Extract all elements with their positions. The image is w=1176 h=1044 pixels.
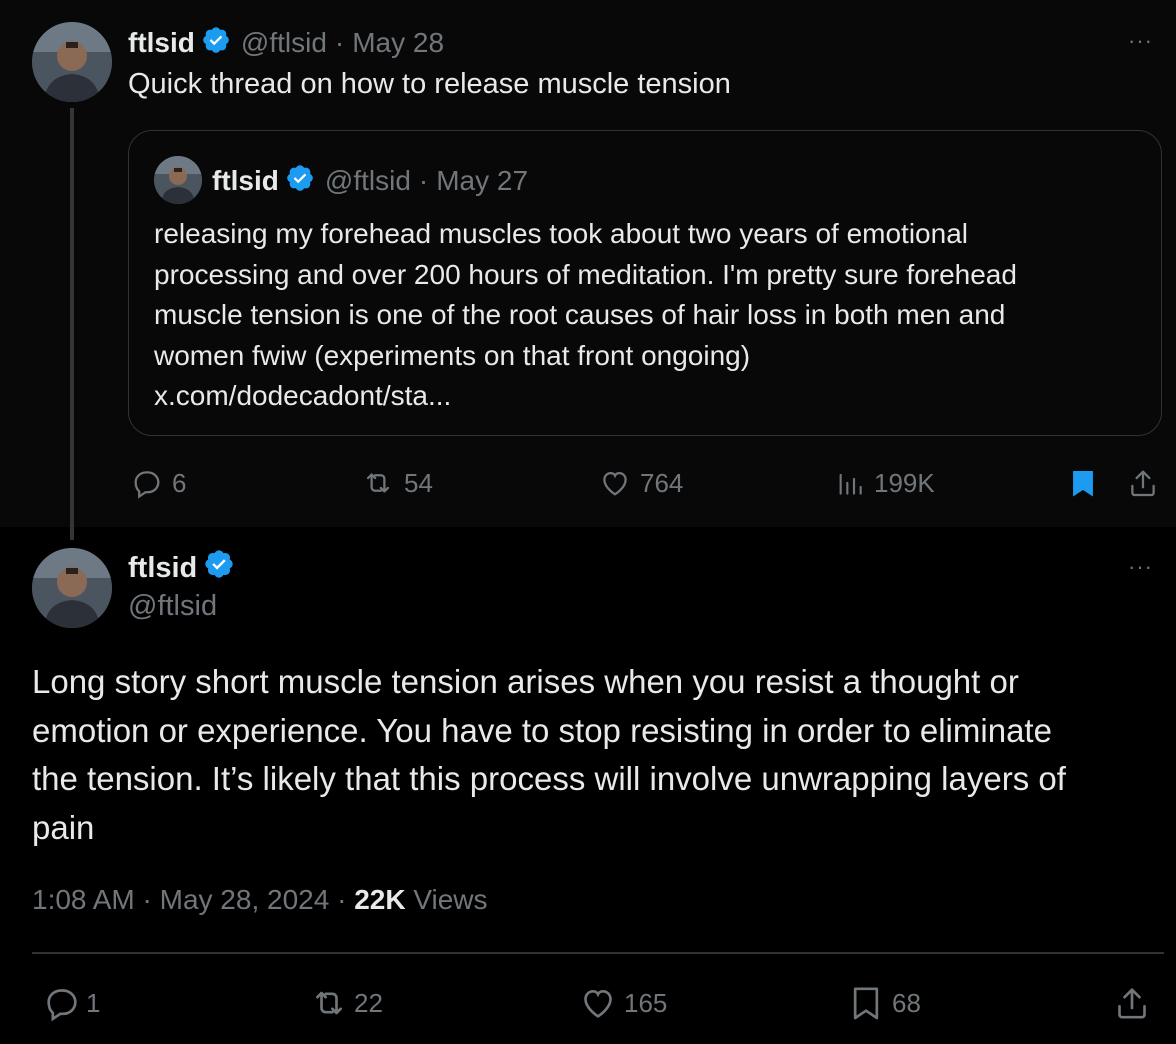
like-button[interactable]: 764 [598,466,683,500]
quoted-text-line: women fwiw (experiments on that front on… [154,339,751,371]
post-text-line: Long story short muscle tension arises w… [32,663,1019,700]
post-date[interactable]: May 28 [352,27,444,59]
more-options-icon[interactable]: ··· [1128,554,1153,580]
avatar[interactable] [32,22,112,102]
post-text: Quick thread on how to release muscle te… [128,68,731,100]
divider [32,952,1164,954]
author-handle[interactable]: @ftlsid [128,590,217,623]
post-text-line: emotion or experience. You have to stop … [32,711,1052,749]
reply-icon [42,983,82,1023]
verified-badge-icon [285,163,315,200]
author-name[interactable]: ftlsid [128,27,195,59]
quoted-avatar[interactable] [154,156,202,204]
author-handle[interactable]: @ftlsid [241,27,327,59]
separator: · [334,27,345,58]
views-count: 199K [874,467,935,498]
post-text-line: the tension. It’s likely that this proce… [32,760,1066,797]
heart-icon [578,983,618,1023]
verified-badge-icon [203,548,235,588]
repost-icon [308,983,350,1023]
post-time[interactable]: 1:08 AM [32,884,135,915]
like-button[interactable]: 165 [578,983,667,1023]
analytics-icon [834,466,866,500]
reply-button[interactable]: 6 [130,466,186,500]
quoted-text-line: releasing my forehead muscles took about… [154,218,968,249]
separator: · [418,165,429,196]
more-options-icon[interactable]: ··· [1128,28,1153,54]
post-date[interactable]: May 28, 2024 [160,884,330,915]
quoted-post-date: May 27 [436,165,529,196]
views-button[interactable]: 199K [834,466,935,500]
like-count: 764 [640,467,684,498]
reply-button[interactable]: 1 [42,983,100,1023]
quoted-text-line: processing and over 200 hours of meditat… [154,258,1017,290]
repost-count: 54 [404,467,433,498]
bookmark-icon [846,983,886,1023]
separator: · [337,884,347,915]
thread-connector-line [70,108,74,540]
quoted-post-text: releasing my forehead muscles took about… [154,214,1017,417]
share-icon[interactable] [1112,983,1152,1028]
post-metadata: 1:08 AM · May 28, 2024 · 22K Views [32,884,488,916]
views-count[interactable]: 22K [354,884,405,915]
reply-count: 1 [86,987,101,1018]
post-text-line: pain [32,808,95,846]
repost-icon [360,466,396,500]
author-name[interactable]: ftlsid [128,552,197,585]
avatar[interactable] [32,548,112,628]
share-icon[interactable] [1126,466,1160,505]
separator: · [142,884,152,915]
quoted-author-handle: @ftlsid [324,165,411,196]
heart-icon [598,466,632,500]
quoted-author-name: ftlsid [212,165,279,196]
reply-icon [130,466,164,500]
repost-button[interactable]: 54 [360,466,433,500]
repost-count: 22 [354,987,383,1018]
bookmark-filled-icon[interactable] [1066,466,1100,505]
reply-count: 6 [172,467,187,498]
like-count: 165 [624,987,668,1018]
repost-button[interactable]: 22 [308,983,383,1023]
quoted-link[interactable]: x.com/dodecadont/sta... [154,376,1017,417]
bookmark-count: 68 [892,987,921,1018]
views-label: Views [413,884,488,915]
quoted-text-line: muscle tension is one of the root causes… [154,299,1006,330]
bookmark-button[interactable]: 68 [846,983,921,1023]
post-text: Long story short muscle tension arises w… [32,658,1066,852]
verified-badge-icon [201,25,231,62]
